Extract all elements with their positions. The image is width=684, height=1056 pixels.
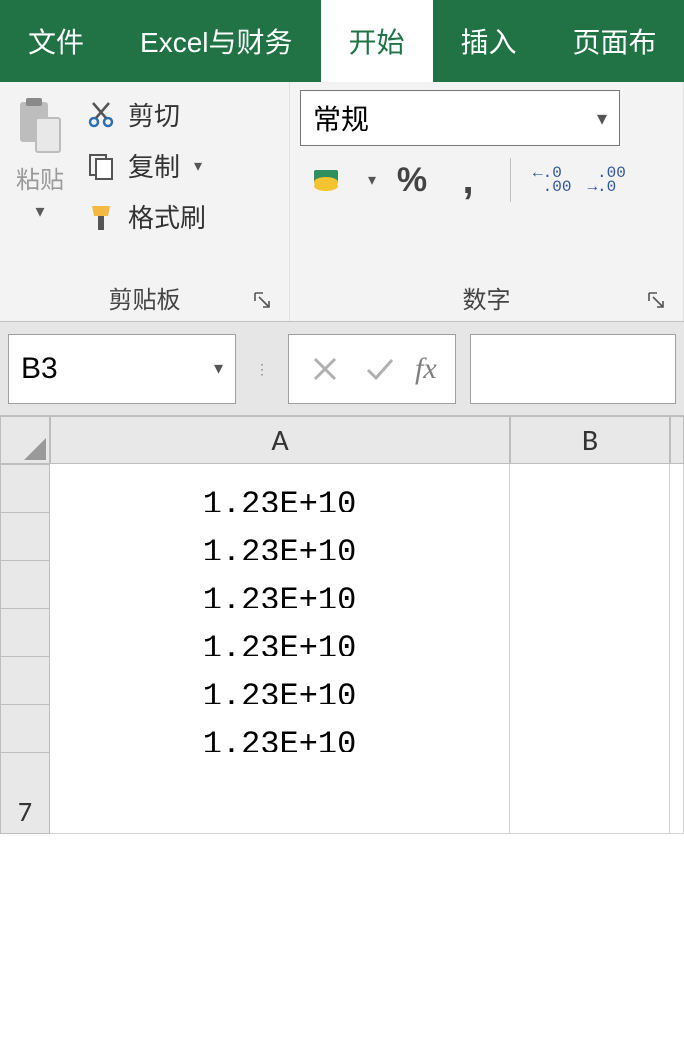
accounting-format-button[interactable]: [308, 160, 348, 200]
formula-bar-row: B3 ▾ ⋮ fx: [0, 322, 684, 416]
formula-actions: fx: [288, 334, 456, 404]
tab-file[interactable]: 文件: [0, 0, 112, 82]
chevron-down-icon[interactable]: ▾: [368, 170, 376, 190]
cell[interactable]: [670, 752, 684, 834]
cut-button[interactable]: 剪切: [84, 96, 206, 133]
format-painter-label: 格式刷: [128, 198, 206, 235]
tab-custom[interactable]: Excel与财务: [112, 0, 320, 82]
copy-button[interactable]: 复制 ▾: [84, 147, 206, 184]
fx-icon[interactable]: fx: [415, 352, 437, 386]
column-header-edge: [670, 416, 684, 464]
increase-decimal-button[interactable]: ←.0 .00: [533, 166, 571, 194]
formula-input[interactable]: [470, 334, 676, 404]
comma-button[interactable]: ,: [448, 160, 488, 200]
format-painter-icon: [84, 200, 118, 234]
ribbon: 粘贴 ▾ 剪切 复制 ▾: [0, 82, 684, 322]
column-header-A[interactable]: A: [50, 416, 510, 464]
paste-button[interactable]: 粘贴 ▾: [10, 90, 70, 222]
paste-dropdown-icon[interactable]: ▾: [35, 201, 44, 222]
chevron-down-icon[interactable]: ▾: [214, 358, 223, 379]
tab-insert[interactable]: 插入: [433, 0, 545, 82]
cell[interactable]: [510, 752, 670, 834]
cancel-icon[interactable]: [307, 351, 343, 387]
spreadsheet-grid: A B 1 1.23E+10 2 1.23E+10 3 1.23E+10 4 1…: [0, 416, 684, 800]
cell[interactable]: [50, 752, 510, 834]
select-all-corner[interactable]: [0, 416, 50, 464]
column-header-B[interactable]: B: [510, 416, 670, 464]
dialog-launcher-icon[interactable]: [647, 291, 665, 309]
dialog-launcher-icon[interactable]: [253, 291, 271, 309]
tabstrip: 文件 Excel与财务 开始 插入 页面布: [0, 0, 684, 82]
enter-icon[interactable]: [361, 351, 397, 387]
format-painter-button[interactable]: 格式刷: [84, 198, 206, 235]
group-number-label: 数字: [463, 287, 511, 314]
separator: [510, 158, 511, 202]
copy-label: 复制: [128, 147, 180, 184]
paste-label: 粘贴: [16, 160, 64, 195]
tab-home[interactable]: 开始: [321, 0, 433, 82]
chevron-down-icon[interactable]: ▾: [194, 156, 202, 176]
number-format-select[interactable]: 常规 ▾: [300, 90, 620, 146]
name-box[interactable]: B3 ▾: [8, 334, 236, 404]
row-header[interactable]: 7: [0, 752, 50, 834]
group-clipboard-label: 剪贴板: [109, 287, 181, 314]
tab-page-layout[interactable]: 页面布: [545, 0, 684, 82]
copy-icon: [84, 149, 118, 183]
paste-icon: [14, 96, 66, 156]
group-clipboard: 粘贴 ▾ 剪切 复制 ▾: [0, 82, 290, 321]
chevron-down-icon: ▾: [597, 106, 607, 131]
number-format-value: 常规: [313, 98, 369, 138]
cut-label: 剪切: [128, 96, 180, 133]
expand-formula-bar-icon[interactable]: ⋮: [250, 349, 274, 389]
decrease-decimal-button[interactable]: .00→.0: [587, 166, 625, 194]
scissors-icon: [84, 98, 118, 132]
group-number: 常规 ▾ ▾ % , ←.0 .00 .00→.0 数字: [290, 82, 684, 321]
name-box-value: B3: [21, 352, 58, 386]
percent-button[interactable]: %: [392, 160, 432, 200]
